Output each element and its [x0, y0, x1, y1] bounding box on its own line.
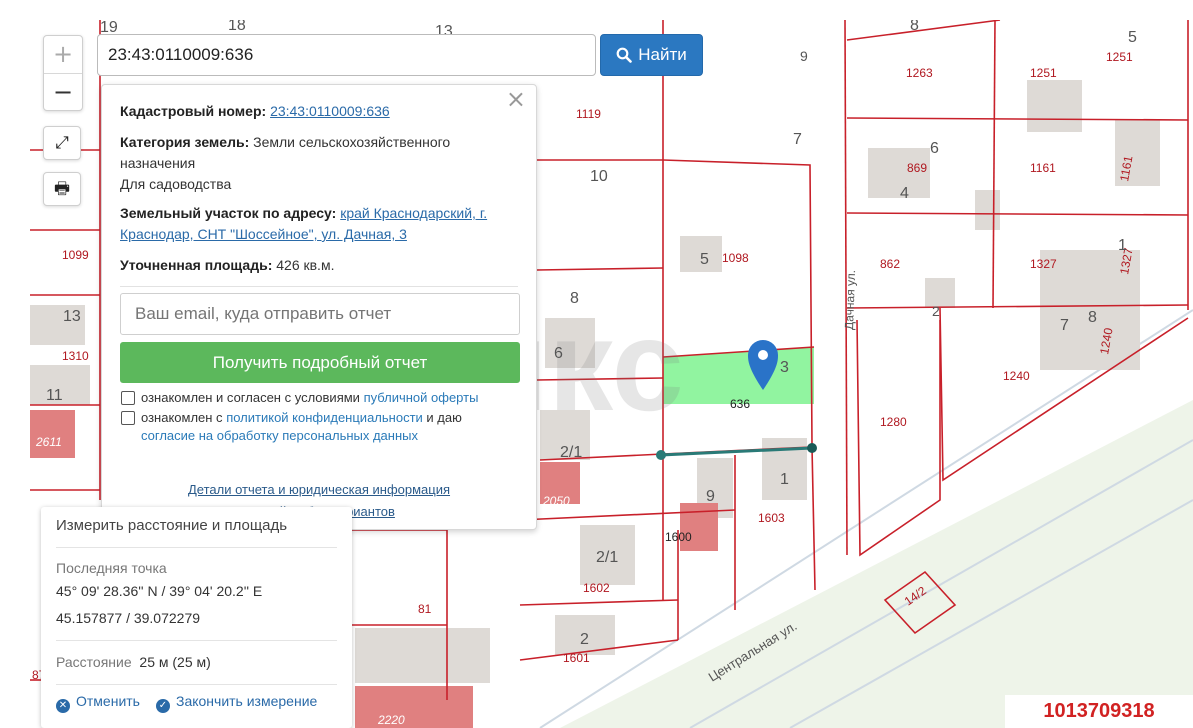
parcel-label: 7 [793, 131, 802, 148]
zoom-out-button[interactable]: − [44, 74, 82, 111]
divider [120, 286, 518, 287]
address-row: Земельный участок по адресу: край Красно… [120, 205, 488, 242]
find-button[interactable]: Найти [600, 34, 703, 76]
usage-value: Для садоводства [120, 176, 232, 192]
print-button[interactable]: 🖶 [43, 172, 81, 206]
parcel-label: 1263 [906, 66, 933, 80]
parcel-label: 8 [570, 290, 579, 307]
area-value: 426 кв.м. [276, 257, 335, 273]
parcel-label: 6 [930, 140, 939, 157]
email-field[interactable] [120, 293, 520, 335]
parcel-label: 5 [1128, 29, 1137, 46]
cancel-measure-button[interactable]: ✕ Отменить [56, 693, 140, 713]
distance-row: Расстояние 25 м (25 м) [56, 654, 211, 670]
listing-id: 1013709318 [1005, 695, 1193, 728]
parcel-label: 1240 [1003, 369, 1030, 383]
last-point-label: Последняя точка [56, 560, 167, 576]
zoom-control: + − [43, 35, 83, 111]
parcel-label: 1280 [880, 415, 907, 429]
offer-link[interactable]: публичной оферты [364, 390, 479, 405]
parcel-label: 9 [800, 48, 808, 64]
parcel-label: 636 [730, 397, 750, 411]
parcel-info-popup: × Кадастровый номер: 23:43:0110009:636 К… [101, 84, 537, 530]
parcel-label: 1 [780, 471, 789, 488]
category-row: Категория земель: Земли сельскохозяйстве… [120, 134, 451, 192]
parcel-label: 2 [580, 631, 589, 648]
privacy-checkbox[interactable] [121, 411, 135, 425]
parcel-label: 9 [706, 488, 715, 505]
parcel-label: 2 [932, 303, 940, 319]
cadastral-row: Кадастровый номер: 23:43:0110009:636 [120, 103, 390, 119]
parcel-label: 1600 [665, 530, 692, 544]
parcel-label: 1327 [1030, 257, 1057, 271]
parcel-label: 7 [1060, 317, 1069, 334]
parcel-label: 5 [700, 251, 709, 268]
coords-dms: 45° 09' 28.36'' N / 39° 04' 20.2'' E [56, 583, 263, 599]
check-icon: ✓ [155, 699, 170, 713]
parcel-label: 1251 [1030, 66, 1057, 80]
parcel-label: 81 [418, 602, 432, 616]
cancel-icon: ✕ [56, 699, 70, 713]
get-report-button[interactable]: Получить подробный отчет [120, 342, 520, 383]
parcel-label: 1601 [563, 651, 590, 665]
offer-consent: ознакомлен и согласен с условиями публич… [120, 389, 518, 407]
street-label-dachnaya: Дачная ул. [842, 270, 858, 330]
parcel-label: 1602 [583, 581, 610, 595]
top-strip [0, 0, 1193, 20]
parcel-label: 13 [63, 308, 81, 325]
parcel-label: 3 [780, 359, 789, 376]
close-icon[interactable]: × [506, 87, 526, 111]
parcel-label: 2611 [35, 435, 62, 449]
fullscreen-button[interactable]: ⤢ [43, 126, 81, 160]
measure-point-end[interactable] [807, 443, 817, 453]
parcel-label: 1119 [576, 107, 601, 121]
privacy-consent: ознакомлен с политикой конфиденциальност… [120, 409, 518, 445]
cadastral-search-input[interactable] [97, 34, 596, 76]
measure-point-start[interactable] [656, 450, 666, 460]
area-row: Уточненная площадь: 426 кв.м. [120, 257, 335, 273]
parcel-label: 2220 [377, 713, 405, 727]
measure-panel: Измерить расстояние и площадь Последняя … [41, 507, 352, 728]
finish-measure-button[interactable]: ✓ Закончить измерение [155, 693, 317, 713]
privacy-policy-link[interactable]: политикой конфиденциальности [226, 410, 423, 425]
parcel-label: 1161 [1030, 161, 1056, 175]
cadastral-number-link[interactable]: 23:43:0110009:636 [270, 103, 390, 119]
parcel-label: 1603 [758, 511, 785, 525]
parcel-label: 2/1 [596, 549, 618, 566]
parcel-label: 862 [880, 257, 900, 271]
details-link[interactable]: Детали отчета и юридическая информация [120, 479, 518, 501]
parcel-label: 4 [900, 185, 909, 202]
parcel-label: 1098 [722, 251, 749, 265]
find-button-label: Найти [638, 45, 687, 64]
parcel-label: 2050 [542, 494, 570, 508]
parcel-label: 8 [1088, 309, 1097, 326]
coords-decimal: 45.157877 / 39.072279 [56, 610, 201, 626]
parcel-label: 10 [590, 168, 608, 185]
parcel-label: 1099 [62, 248, 89, 262]
search-icon [616, 47, 633, 63]
print-icon: 🖶 [53, 179, 71, 199]
parcel-label: 2/1 [560, 444, 582, 461]
offer-checkbox[interactable] [121, 391, 135, 405]
parcel-label: 1 [1118, 237, 1127, 254]
fullscreen-icon: ⤢ [55, 133, 69, 153]
measure-actions: ✕ Отменить ✓ Закончить измерение [56, 693, 337, 713]
parcel-label: 11 [46, 387, 63, 404]
parcel-label: 869 [907, 161, 927, 175]
measure-title: Измерить расстояние и площадь [56, 507, 337, 548]
parcel-label: 6 [554, 345, 563, 362]
parcel-label: 1310 [62, 349, 89, 363]
personal-data-link[interactable]: согласие на обработку персональных данны… [141, 428, 418, 443]
distance-value: 25 м (25 м) [139, 654, 211, 670]
parcel-label: 1251 [1106, 50, 1133, 64]
zoom-in-button[interactable]: + [44, 36, 82, 74]
